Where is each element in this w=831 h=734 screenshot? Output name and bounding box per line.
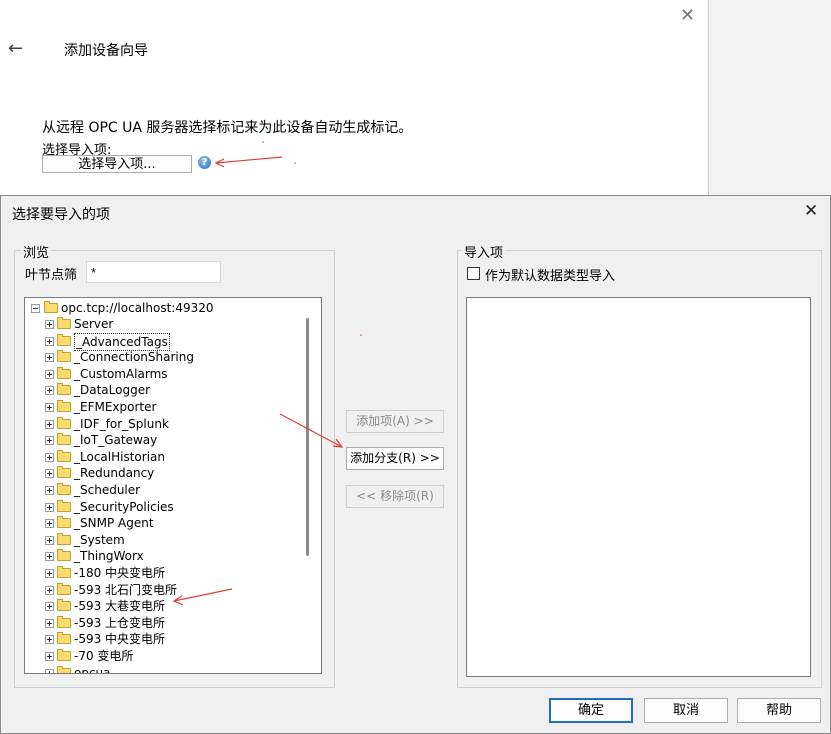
- folder-icon: [57, 599, 71, 612]
- tree-item-label: Server: [74, 317, 114, 331]
- folder-icon: [57, 549, 71, 562]
- tree-item-label: -593 北石门变电所: [74, 582, 178, 597]
- default-type-checkbox[interactable]: [467, 267, 480, 280]
- scroll-thumb[interactable]: [306, 318, 309, 556]
- folder-icon: [57, 483, 71, 495]
- wizard-title: 添加设备向导: [64, 43, 148, 59]
- expand-icon[interactable]: [45, 635, 54, 645]
- back-arrow-icon[interactable]: ←: [8, 38, 23, 59]
- folder-icon: [57, 416, 71, 429]
- expand-icon[interactable]: [45, 569, 54, 578]
- expand-icon[interactable]: [45, 320, 54, 329]
- tree-item-label: _IoT_Gateway: [74, 433, 158, 448]
- tree-item-label: _LocalHistorian: [74, 449, 165, 464]
- folder-icon: [57, 383, 71, 396]
- expand-icon[interactable]: [45, 652, 54, 661]
- tree-item-label: _Scheduler: [74, 483, 141, 497]
- expand-icon[interactable]: [45, 452, 54, 462]
- tree-item-label: _ConnectionSharing: [74, 350, 194, 365]
- expand-icon[interactable]: [45, 403, 54, 412]
- tree-item-label: _ThingWorx: [74, 549, 144, 564]
- folder-icon: [57, 632, 71, 645]
- remove-item-button[interactable]: << 移除项(R): [346, 485, 444, 508]
- leaf-filter-label: 叶节点筛: [25, 268, 78, 283]
- expand-icon[interactable]: [45, 502, 54, 512]
- folder-icon: [57, 400, 71, 412]
- folder-icon: [57, 665, 71, 673]
- help-icon[interactable]: ?: [198, 156, 211, 169]
- tree-item-label: -593 大巷变电所: [74, 599, 166, 614]
- folder-icon: [57, 582, 71, 595]
- folder-icon: [57, 566, 71, 578]
- folder-icon: [57, 333, 71, 346]
- folder-icon: [57, 449, 71, 462]
- tree-item-label: _Redundancy: [74, 466, 155, 481]
- cancel-button[interactable]: 取消: [644, 698, 728, 723]
- tree-item-label: -180 中央变电所: [74, 566, 166, 580]
- tree-item-label: _SecurityPolicies: [74, 499, 174, 514]
- collapse-icon[interactable]: [31, 304, 40, 313]
- expand-icon[interactable]: [45, 353, 54, 363]
- wizard-close-icon[interactable]: ✕: [680, 5, 695, 26]
- folder-open-icon: [44, 301, 58, 313]
- default-type-label: 作为默认数据类型导入: [485, 269, 616, 284]
- tree-item-label: _AdvancedTags: [74, 332, 170, 351]
- folder-icon: [57, 649, 71, 661]
- browse-tree[interactable]: opc.tcp://localhost:49320 Server _Advance…: [24, 297, 322, 674]
- dialog-title: 选择要导入的项: [12, 207, 110, 223]
- folder-icon: [57, 466, 71, 479]
- expand-icon[interactable]: [45, 552, 54, 562]
- add-branch-button[interactable]: 添加分支(R) >>: [346, 447, 444, 470]
- expand-icon[interactable]: [45, 585, 54, 595]
- import-list[interactable]: [466, 297, 811, 677]
- tree-scrollbar[interactable]: [300, 298, 316, 673]
- tree-item-label: -593 中央变电所: [74, 632, 166, 647]
- expand-icon[interactable]: [45, 336, 54, 346]
- expand-icon[interactable]: [45, 618, 54, 628]
- expand-icon[interactable]: [45, 486, 54, 495]
- background-window: [708, 0, 831, 200]
- folder-icon: [57, 366, 71, 379]
- select-items-dialog: 选择要导入的项 ✕ 浏览 叶节点筛 opc.tcp://localhost:49…: [0, 195, 831, 734]
- browse-group-label: 浏览: [21, 242, 52, 261]
- folder-icon: [57, 615, 71, 628]
- import-group-label: 导入项: [462, 242, 506, 261]
- select-import-button[interactable]: 选择导入项...: [42, 155, 192, 173]
- help-button[interactable]: 帮助: [737, 698, 821, 723]
- expand-icon[interactable]: [45, 369, 54, 379]
- ok-button[interactable]: 确定: [549, 698, 633, 723]
- expand-icon[interactable]: [45, 419, 54, 429]
- expand-icon[interactable]: [45, 602, 54, 612]
- expand-icon[interactable]: [45, 386, 54, 396]
- tree-item-label: -70 变电所: [74, 649, 134, 663]
- tree-item-label: _EFMExporter: [74, 400, 157, 414]
- tree-root-label: opc.tcp://localhost:49320: [61, 301, 214, 315]
- folder-icon: [57, 317, 71, 329]
- expand-icon[interactable]: [45, 469, 54, 479]
- tree-item-label: _SNMP Agent: [74, 516, 154, 531]
- leaf-filter-input[interactable]: [86, 261, 221, 283]
- expand-icon[interactable]: [45, 668, 54, 673]
- folder-icon: [57, 516, 71, 529]
- dialog-close-icon[interactable]: ✕: [804, 201, 818, 221]
- tree-item-label: _System: [74, 532, 125, 547]
- expand-icon[interactable]: [45, 519, 54, 529]
- add-item-button[interactable]: 添加项(A) >>: [346, 410, 444, 433]
- tree-item-label: _CustomAlarms: [74, 366, 168, 381]
- folder-icon: [57, 433, 71, 446]
- folder-icon: [57, 532, 71, 545]
- folder-icon: [57, 350, 71, 363]
- folder-icon: [57, 499, 71, 512]
- expand-icon[interactable]: [45, 436, 54, 446]
- tree-item-label: _IDF_for_Splunk: [74, 416, 169, 431]
- tree-item-label: opcua: [74, 665, 111, 674]
- tree-item-label: _DataLogger: [74, 383, 151, 398]
- expand-icon[interactable]: [45, 535, 54, 545]
- tree-item-label: -593 上仓变电所: [74, 615, 166, 630]
- add-device-wizard: ✕ ← 添加设备向导 从远程 OPC UA 服务器选择标记来为此设备自动生成标记…: [0, 0, 709, 200]
- wizard-description: 从远程 OPC UA 服务器选择标记来为此设备自动生成标记。: [42, 120, 413, 136]
